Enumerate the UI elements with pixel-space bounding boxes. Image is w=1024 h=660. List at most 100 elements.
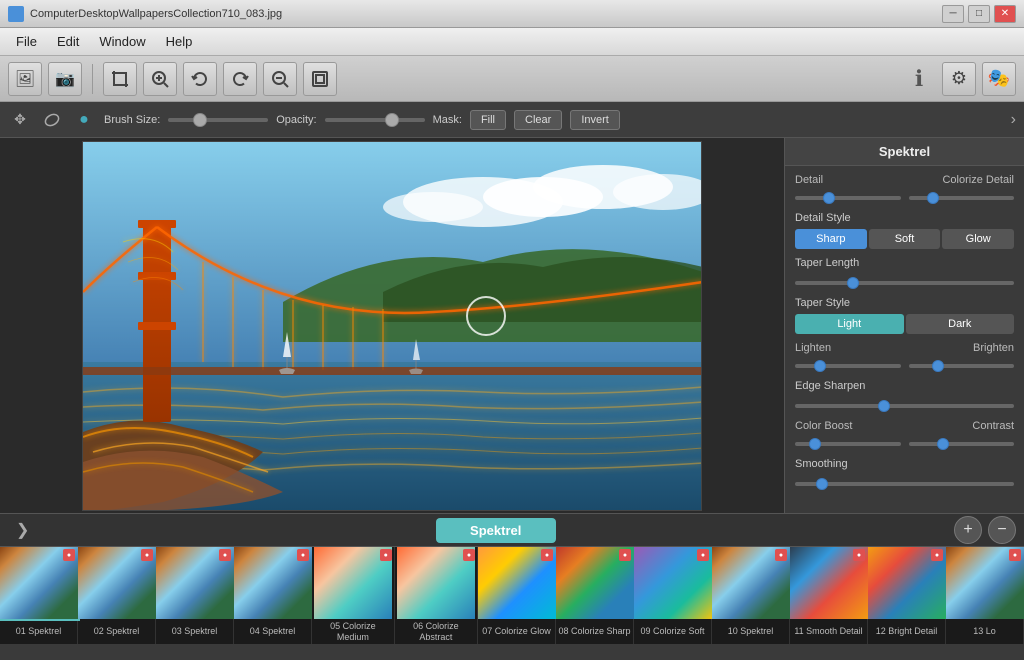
film-badge-6: ● (463, 549, 475, 561)
filmstrip-label-4: 04 Spektrel (248, 619, 298, 644)
smoothing-label: Smoothing (795, 458, 1014, 470)
light-style-button[interactable]: Light (795, 314, 904, 334)
detail-slider[interactable] (795, 196, 901, 200)
colorize-detail-label: Colorize Detail (942, 174, 1014, 186)
taper-style-label: Taper Style (795, 297, 1014, 309)
tab-arrow-left[interactable]: ❯ (8, 520, 37, 540)
canvas-svg (83, 142, 702, 511)
filmstrip-item-8[interactable]: ● 08 Colorize Sharp (556, 547, 634, 644)
zoom-out-button[interactable] (263, 62, 297, 96)
film-badge-10: ● (775, 549, 787, 561)
info-button[interactable]: ℹ (902, 62, 936, 96)
fill-button[interactable]: Fill (470, 110, 506, 130)
taper-style-group: Light Dark (795, 314, 1014, 334)
zoom-in-button[interactable] (143, 62, 177, 96)
menu-bar: File Edit Window Help (0, 28, 1024, 56)
filmstrip-item-11[interactable]: ●11 Smooth Detail (790, 547, 868, 644)
window-title: ComputerDesktopWallpapersCollection710_0… (30, 8, 936, 20)
filmstrip-item-2[interactable]: ●02 Spektrel (78, 547, 156, 644)
more-options-arrow[interactable]: › (1011, 111, 1016, 129)
filmstrip-label-10: 10 Spektrel (726, 619, 776, 644)
brush-size-slider[interactable] (168, 118, 268, 122)
color-boost-label: Color Boost (795, 420, 852, 432)
tab-bar: ❯ Spektrel + − (0, 513, 1024, 547)
tab-controls: + − (954, 516, 1016, 544)
rotate-left-button[interactable] (183, 62, 217, 96)
remove-tab-button[interactable]: − (988, 516, 1016, 544)
colorize-detail-slider[interactable] (909, 196, 1015, 200)
detail-style-label: Detail Style (795, 212, 1014, 224)
filmstrip-label-7: 07 Colorize Glow (480, 619, 553, 644)
clear-button[interactable]: Clear (514, 110, 562, 130)
menu-file[interactable]: File (6, 30, 47, 53)
brighten-half (909, 357, 1015, 372)
detail-row: Detail Colorize Detail (795, 174, 1014, 204)
invert-button[interactable]: Invert (570, 110, 620, 130)
edge-sharpen-slider[interactable] (795, 404, 1014, 408)
menu-window[interactable]: Window (89, 30, 155, 53)
brighten-slider[interactable] (909, 364, 1015, 368)
tab-spektrel[interactable]: Spektrel (436, 518, 556, 543)
lighten-row: Lighten Brighten (795, 342, 1014, 372)
brush-tool[interactable]: ● (72, 108, 96, 132)
color-boost-slider[interactable] (795, 442, 901, 446)
contrast-slider[interactable] (909, 442, 1015, 446)
panel-content: Detail Colorize Detail Detail Style Shar… (785, 166, 1024, 513)
filmstrip-label-3: 03 Spektrel (170, 619, 220, 644)
filmstrip-item-12[interactable]: ●12 Bright Detail (868, 547, 946, 644)
opacity-slider[interactable] (325, 118, 425, 122)
lighten-labels: Lighten Brighten (795, 342, 1014, 354)
filmstrip-item-6[interactable]: ●06 Colorize Abstract (395, 547, 478, 644)
detail-style-row: Detail Style Sharp Soft Glow (795, 212, 1014, 249)
lighten-sliders (795, 357, 1014, 372)
close-button[interactable]: ✕ (994, 5, 1016, 23)
film-badge-8: ● (619, 549, 631, 561)
color-boost-sliders (795, 435, 1014, 450)
menu-edit[interactable]: Edit (47, 30, 89, 53)
title-bar: ComputerDesktopWallpapersCollection710_0… (0, 0, 1024, 28)
lighten-half (795, 357, 901, 372)
filmstrip-item-3[interactable]: ●03 Spektrel (156, 547, 234, 644)
minimize-button[interactable]: ─ (942, 5, 964, 23)
move-tool[interactable]: ✥ (8, 108, 32, 132)
glow-style-button[interactable]: Glow (942, 229, 1014, 249)
edge-sharpen-row: Edge Sharpen (795, 380, 1014, 412)
detail-half (795, 189, 901, 204)
image-tool-button[interactable]: 🖼 (8, 62, 42, 96)
film-badge-11: ● (853, 549, 865, 561)
canvas-area[interactable] (0, 138, 784, 513)
soft-style-button[interactable]: Soft (869, 229, 941, 249)
filmstrip-item-7[interactable]: ●07 Colorize Glow (478, 547, 556, 644)
film-badge-5: ● (380, 549, 392, 561)
add-tab-button[interactable]: + (954, 516, 982, 544)
taper-style-row: Taper Style Light Dark (795, 297, 1014, 334)
filmstrip-item-1[interactable]: ●01 Spektrel (0, 547, 78, 644)
film-badge-4: ● (297, 549, 309, 561)
sharp-style-button[interactable]: Sharp (795, 229, 867, 249)
eraser-tool[interactable] (40, 108, 64, 132)
dark-style-button[interactable]: Dark (906, 314, 1015, 334)
filmstrip-label-8: 08 Colorize Sharp (556, 619, 632, 644)
taper-length-slider[interactable] (795, 281, 1014, 285)
filmstrip-item-13[interactable]: ●13 Lo (946, 547, 1024, 644)
detail-sliders (795, 189, 1014, 204)
camera-tool-button[interactable]: 📷 (48, 62, 82, 96)
maximize-button[interactable]: □ (968, 5, 990, 23)
opacity-label: Opacity: (276, 114, 316, 126)
menu-help[interactable]: Help (156, 30, 203, 53)
crop-tool-button[interactable] (103, 62, 137, 96)
color-boost-row: Color Boost Contrast (795, 420, 1014, 450)
taper-length-row: Taper Length (795, 257, 1014, 289)
filmstrip-item-5[interactable]: ●05 Colorize Medium (312, 547, 395, 644)
filmstrip-label-13: 13 Lo (971, 619, 998, 644)
share-button[interactable]: 🎭 (982, 62, 1016, 96)
filmstrip-item-10[interactable]: ● 10 Spektrel (712, 547, 790, 644)
smoothing-slider[interactable] (795, 482, 1014, 486)
rotate-right-button[interactable] (223, 62, 257, 96)
fit-screen-button[interactable] (303, 62, 337, 96)
canvas-image (82, 141, 702, 511)
lighten-slider[interactable] (795, 364, 901, 368)
filmstrip-item-4[interactable]: ● 04 Spektrel (234, 547, 312, 644)
settings-button[interactable]: ⚙ (942, 62, 976, 96)
filmstrip-item-9[interactable]: ●09 Colorize Soft (634, 547, 712, 644)
